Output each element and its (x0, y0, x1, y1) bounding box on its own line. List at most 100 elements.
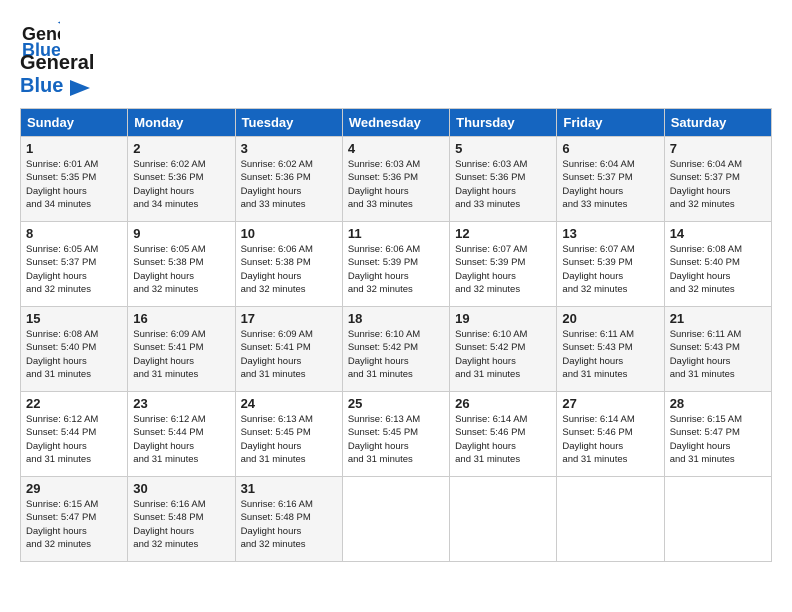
calendar-cell: 4 Sunrise: 6:03 AMSunset: 5:36 PMDaylight… (342, 137, 449, 222)
day-info: Sunrise: 6:12 AMSunset: 5:44 PMDaylight … (133, 413, 229, 466)
day-info: Sunrise: 6:16 AMSunset: 5:48 PMDaylight … (133, 498, 229, 551)
calendar-cell: 25Sunrise: 6:13 AMSunset: 5:45 PMDayligh… (342, 392, 449, 477)
day-number: 14 (670, 226, 766, 241)
day-info: Sunrise: 6:03 AMSunset: 5:36 PMDaylight … (455, 158, 551, 211)
day-number: 20 (562, 311, 658, 326)
day-info: Sunrise: 6:11 AMSunset: 5:43 PMDaylight … (670, 328, 766, 381)
calendar-cell: 19 Sunrise: 6:10 AMSunset: 5:42 PMDayligh… (450, 307, 557, 392)
week-row-2: 8 Sunrise: 6:05 AMSunset: 5:37 PMDaylight… (21, 222, 772, 307)
day-number: 2 (133, 141, 229, 156)
weekday-tuesday: Tuesday (235, 109, 342, 137)
day-number: 24 (241, 396, 337, 411)
calendar-cell: 24 Sunrise: 6:13 AMSunset: 5:45 PMDayligh… (235, 392, 342, 477)
logo-arrow-icon (70, 80, 90, 96)
day-number: 23 (133, 396, 229, 411)
day-info: Sunrise: 6:04 AMSunset: 5:37 PMDaylight … (670, 158, 766, 211)
calendar-cell: 1Sunrise: 6:01 AMSunset: 5:35 PMDaylight… (21, 137, 128, 222)
day-info: Sunrise: 6:11 AMSunset: 5:43 PMDaylight … (562, 328, 658, 381)
calendar-cell: 3Sunrise: 6:02 AMSunset: 5:36 PMDaylight… (235, 137, 342, 222)
calendar-cell: 15 Sunrise: 6:08 AMSunset: 5:40 PMDayligh… (21, 307, 128, 392)
day-info: Sunrise: 6:16 AMSunset: 5:48 PMDaylight … (241, 498, 337, 551)
calendar-cell (450, 477, 557, 562)
calendar-cell (557, 477, 664, 562)
calendar-cell: 6 Sunrise: 6:04 AMSunset: 5:37 PMDaylight… (557, 137, 664, 222)
calendar-table: SundayMondayTuesdayWednesdayThursdayFrid… (20, 108, 772, 562)
day-info: Sunrise: 6:05 AMSunset: 5:37 PMDaylight … (26, 243, 122, 296)
day-number: 19 (455, 311, 551, 326)
day-info: Sunrise: 6:03 AMSunset: 5:36 PMDaylight … (348, 158, 444, 211)
calendar-cell: 26Sunrise: 6:14 AMSunset: 5:46 PMDayligh… (450, 392, 557, 477)
logo-general: General (20, 52, 94, 74)
calendar-cell: 30 Sunrise: 6:16 AMSunset: 5:48 PMDayligh… (128, 477, 235, 562)
week-row-4: 22 Sunrise: 6:12 AMSunset: 5:44 PMDayligh… (21, 392, 772, 477)
day-number: 28 (670, 396, 766, 411)
day-number: 6 (562, 141, 658, 156)
day-number: 26 (455, 396, 551, 411)
calendar-cell: 20 Sunrise: 6:11 AMSunset: 5:43 PMDayligh… (557, 307, 664, 392)
calendar-cell: 10 Sunrise: 6:06 AMSunset: 5:38 PMDayligh… (235, 222, 342, 307)
calendar-cell: 31 Sunrise: 6:16 AMSunset: 5:48 PMDayligh… (235, 477, 342, 562)
day-info: Sunrise: 6:07 AMSunset: 5:39 PMDaylight … (455, 243, 551, 296)
day-info: Sunrise: 6:09 AMSunset: 5:41 PMDaylight … (241, 328, 337, 381)
day-number: 5 (455, 141, 551, 156)
day-info: Sunrise: 6:13 AMSunset: 5:45 PMDaylight … (241, 413, 337, 466)
day-info: Sunrise: 6:08 AMSunset: 5:40 PMDaylight … (670, 243, 766, 296)
day-number: 25 (348, 396, 444, 411)
day-number: 17 (241, 311, 337, 326)
calendar-cell: 28 Sunrise: 6:15 AMSunset: 5:47 PMDayligh… (664, 392, 771, 477)
day-number: 15 (26, 311, 122, 326)
day-info: Sunrise: 6:06 AMSunset: 5:39 PMDaylight … (348, 243, 444, 296)
day-number: 30 (133, 481, 229, 496)
day-number: 8 (26, 226, 122, 241)
calendar-cell: 5 Sunrise: 6:03 AMSunset: 5:36 PMDaylight… (450, 137, 557, 222)
day-info: Sunrise: 6:09 AMSunset: 5:41 PMDaylight … (133, 328, 229, 381)
week-row-1: 1Sunrise: 6:01 AMSunset: 5:35 PMDaylight… (21, 137, 772, 222)
calendar-cell: 7Sunrise: 6:04 AMSunset: 5:37 PMDaylight… (664, 137, 771, 222)
calendar-cell (664, 477, 771, 562)
day-info: Sunrise: 6:02 AMSunset: 5:36 PMDaylight … (241, 158, 337, 211)
day-info: Sunrise: 6:14 AMSunset: 5:46 PMDaylight … (562, 413, 658, 466)
week-row-3: 15 Sunrise: 6:08 AMSunset: 5:40 PMDayligh… (21, 307, 772, 392)
calendar-cell: 21 Sunrise: 6:11 AMSunset: 5:43 PMDayligh… (664, 307, 771, 392)
calendar-cell: 12Sunrise: 6:07 AMSunset: 5:39 PMDayligh… (450, 222, 557, 307)
day-number: 4 (348, 141, 444, 156)
calendar-cell (342, 477, 449, 562)
calendar-cell: 23 Sunrise: 6:12 AMSunset: 5:44 PMDayligh… (128, 392, 235, 477)
day-info: Sunrise: 6:15 AMSunset: 5:47 PMDaylight … (26, 498, 122, 551)
day-number: 18 (348, 311, 444, 326)
day-info: Sunrise: 6:07 AMSunset: 5:39 PMDaylight … (562, 243, 658, 296)
calendar-body: 1Sunrise: 6:01 AMSunset: 5:35 PMDaylight… (21, 137, 772, 562)
weekday-thursday: Thursday (450, 109, 557, 137)
weekday-friday: Friday (557, 109, 664, 137)
day-info: Sunrise: 6:15 AMSunset: 5:47 PMDaylight … (670, 413, 766, 466)
calendar-cell: 16 Sunrise: 6:09 AMSunset: 5:41 PMDayligh… (128, 307, 235, 392)
day-info: Sunrise: 6:04 AMSunset: 5:37 PMDaylight … (562, 158, 658, 211)
day-number: 27 (562, 396, 658, 411)
calendar-cell: 13 Sunrise: 6:07 AMSunset: 5:39 PMDayligh… (557, 222, 664, 307)
day-info: Sunrise: 6:06 AMSunset: 5:38 PMDaylight … (241, 243, 337, 296)
day-number: 9 (133, 226, 229, 241)
day-number: 10 (241, 226, 337, 241)
logo: General Blue General Blue (20, 20, 94, 98)
calendar-cell: 22 Sunrise: 6:12 AMSunset: 5:44 PMDayligh… (21, 392, 128, 477)
calendar-cell: 14 Sunrise: 6:08 AMSunset: 5:40 PMDayligh… (664, 222, 771, 307)
page-header: General Blue General Blue (20, 20, 772, 98)
day-info: Sunrise: 6:12 AMSunset: 5:44 PMDaylight … (26, 413, 122, 466)
calendar-cell: 18 Sunrise: 6:10 AMSunset: 5:42 PMDayligh… (342, 307, 449, 392)
day-number: 16 (133, 311, 229, 326)
day-number: 22 (26, 396, 122, 411)
calendar-cell: 27 Sunrise: 6:14 AMSunset: 5:46 PMDayligh… (557, 392, 664, 477)
day-info: Sunrise: 6:10 AMSunset: 5:42 PMDaylight … (455, 328, 551, 381)
calendar-cell: 9Sunrise: 6:05 AMSunset: 5:38 PMDaylight… (128, 222, 235, 307)
calendar-cell: 17 Sunrise: 6:09 AMSunset: 5:41 PMDayligh… (235, 307, 342, 392)
weekday-monday: Monday (128, 109, 235, 137)
day-number: 31 (241, 481, 337, 496)
day-info: Sunrise: 6:10 AMSunset: 5:42 PMDaylight … (348, 328, 444, 381)
weekday-sunday: Sunday (21, 109, 128, 137)
day-number: 21 (670, 311, 766, 326)
day-number: 29 (26, 481, 122, 496)
day-number: 11 (348, 226, 444, 241)
day-number: 13 (562, 226, 658, 241)
day-info: Sunrise: 6:08 AMSunset: 5:40 PMDaylight … (26, 328, 122, 381)
weekday-header-row: SundayMondayTuesdayWednesdayThursdayFrid… (21, 109, 772, 137)
